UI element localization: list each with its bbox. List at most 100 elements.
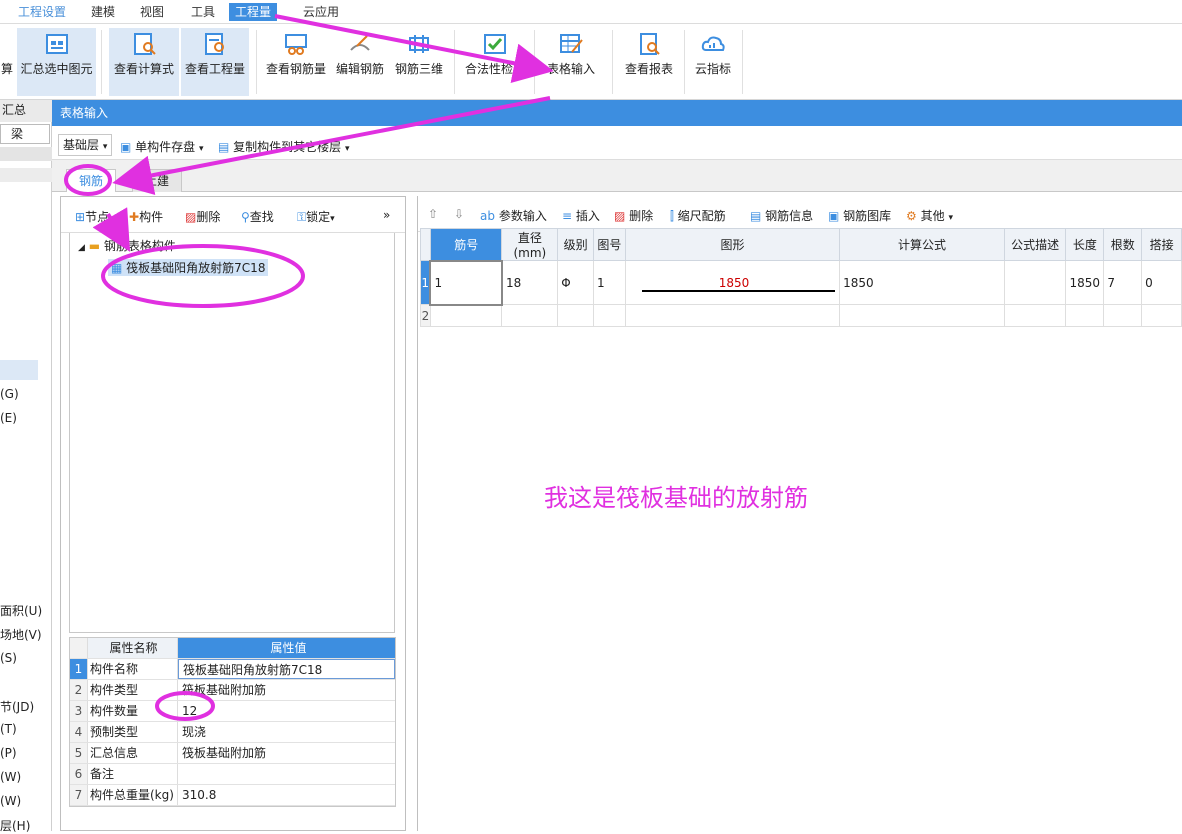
tree-root[interactable]: ◢ ▬ 钢筋表格构件 [78, 237, 176, 254]
strip-item[interactable]: (W) [0, 770, 21, 784]
strip-item[interactable]: 层(H) [0, 817, 30, 834]
prop-value[interactable]: 310.8 [178, 785, 395, 805]
table-icon: ▦ [111, 261, 123, 275]
calc-partial-button[interactable]: 算 [0, 60, 14, 80]
col-length[interactable]: 长度 [1065, 228, 1105, 261]
menu-quantity[interactable]: 工程量 [229, 3, 278, 21]
cell-empty[interactable] [593, 304, 626, 327]
cell-shape[interactable]: 1850 [624, 260, 841, 305]
other-button[interactable]: ⚙ 其他 ▾ [906, 207, 953, 224]
cell-count[interactable]: 7 [1103, 260, 1143, 305]
props-row[interactable]: 5 汇总信息 筏板基础附加筋 [70, 743, 395, 764]
floor-select[interactable]: 基础层 ▾ [58, 134, 113, 156]
strip-selected[interactable] [0, 360, 38, 380]
rebar-library-button[interactable]: ▣ 钢筋图库 [828, 207, 891, 224]
tree-child-selected[interactable]: ▦ 筏板基础阳角放射筋7C18 [108, 259, 269, 276]
delete-button[interactable]: ▨删除 [185, 208, 220, 225]
tab-rebar[interactable]: 钢筋 [66, 169, 117, 192]
props-row[interactable]: 1 构件名称 筏板基础阳角放射筋7C18 [70, 659, 395, 680]
cell-lap[interactable]: 0 [1141, 260, 1182, 305]
scale-rebar-button[interactable]: ⫿ 缩尺配筋 [670, 207, 726, 224]
col-formula[interactable]: 计算公式 [839, 228, 1005, 261]
prop-value[interactable]: 筏板基础附加筋 [178, 743, 395, 763]
move-down-icon[interactable]: ⇩ [454, 207, 464, 221]
col-lap[interactable]: 搭接 [1141, 228, 1182, 261]
strip-item[interactable]: 面积(U) [0, 602, 42, 619]
edit-rebar-button[interactable]: 编辑钢筋 [333, 28, 387, 96]
strip-item[interactable]: (E) [0, 411, 17, 425]
cell-formula-desc[interactable] [1003, 260, 1067, 305]
col-figure-no[interactable]: 图号 [593, 228, 626, 261]
props-row[interactable]: 6 备注 [70, 764, 395, 785]
props-row[interactable]: 3 构件数量 12 [70, 701, 395, 722]
prop-value[interactable]: 筏板基础附加筋 [178, 680, 395, 700]
validity-check-button[interactable]: 合法性检查 [460, 28, 530, 96]
menu-cloud[interactable]: 云应用 [297, 3, 345, 21]
more-icon[interactable]: » [383, 208, 390, 222]
strip-item[interactable]: 节(JD) [0, 698, 34, 715]
save-single-button[interactable]: ▣ 单构件存盘 ▾ [120, 138, 204, 155]
strip-item[interactable]: (W) [0, 794, 21, 808]
cell-formula[interactable]: 1850 [839, 260, 1005, 305]
cell-empty[interactable] [557, 304, 594, 327]
cell-empty[interactable] [429, 304, 503, 327]
strip-item[interactable]: (G) [0, 387, 19, 401]
summarize-selected-button[interactable]: 汇总选中图元 [17, 28, 96, 96]
cell-empty[interactable] [1065, 304, 1105, 327]
cell-figure-no[interactable]: 1 [593, 260, 626, 305]
view-report-button[interactable]: 查看报表 [618, 28, 680, 96]
prop-value[interactable]: 筏板基础阳角放射筋7C18 [178, 659, 395, 679]
other-icon: ⚙ [906, 209, 917, 223]
strip-item[interactable]: (T) [0, 722, 17, 736]
view-quantity-button[interactable]: 查看工程量 [181, 28, 249, 96]
props-row[interactable]: 4 预制类型 现浇 [70, 722, 395, 743]
add-component-button[interactable]: ✚构件 [129, 208, 163, 225]
insert-button[interactable]: ≡ 插入 [562, 207, 600, 224]
strip-item[interactable]: (S) [0, 651, 17, 665]
cell-length[interactable]: 1850 [1065, 260, 1105, 305]
col-count[interactable]: 根数 [1103, 228, 1143, 261]
delete-row-button[interactable]: ▨ 删除 [614, 207, 653, 224]
cell-empty[interactable] [1141, 304, 1182, 327]
col-diameter[interactable]: 直径(mm) [501, 228, 559, 261]
table-input-button[interactable]: 表格输入 [540, 28, 602, 96]
view-formula-button[interactable]: 查看计算式 [109, 28, 179, 96]
cell-empty[interactable] [501, 304, 559, 327]
param-input-button[interactable]: ab 参数输入 [480, 207, 547, 224]
prop-value[interactable] [178, 764, 395, 784]
find-button[interactable]: ⚲查找 [241, 208, 274, 225]
cell-empty[interactable] [839, 304, 1005, 327]
col-bar-no[interactable]: 筋号 [429, 228, 503, 261]
cell-grade[interactable]: Φ [557, 260, 594, 305]
cell-diameter[interactable]: 18 [501, 260, 559, 305]
col-formula-desc[interactable]: 公式描述 [1003, 228, 1067, 261]
prop-value[interactable]: 12 [178, 701, 395, 721]
menu-tools[interactable]: 工具 [185, 3, 221, 21]
rebar-info-button[interactable]: ▤ 钢筋信息 [750, 207, 813, 224]
cell-empty[interactable] [1103, 304, 1143, 327]
view-rebar-button[interactable]: 查看钢筋量 [262, 28, 330, 96]
strip-item[interactable]: 场地(V) [0, 626, 42, 643]
move-up-icon[interactable]: ⇧ [428, 207, 438, 221]
col-grade[interactable]: 级别 [557, 228, 594, 261]
menu-project-settings[interactable]: 工程设置 [12, 3, 72, 21]
menu-view[interactable]: 视图 [134, 3, 170, 21]
rebar-3d-button[interactable]: 钢筋三维 [390, 28, 448, 96]
table-row[interactable]: 2 [420, 304, 1182, 327]
cell-empty[interactable] [624, 304, 841, 327]
add-node-button[interactable]: ⊞节点 [75, 208, 109, 225]
cloud-index-button[interactable]: 云指标 [690, 28, 736, 96]
col-shape[interactable]: 图形 [624, 228, 841, 261]
cell-empty[interactable] [1003, 304, 1067, 327]
layer-field[interactable]: 梁 [0, 124, 50, 144]
cell-bar-no[interactable]: 1 [429, 259, 503, 306]
table-row[interactable]: 1 1 18 Φ 1 1850 1850 1850 7 0 [420, 259, 1182, 306]
tab-civil[interactable]: 土建 [132, 169, 183, 192]
props-row[interactable]: 7 构件总重量(kg) 310.8 [70, 785, 395, 806]
copy-other-floor-button[interactable]: ▤ 复制构件到其它楼层 ▾ [218, 138, 350, 155]
lock-button[interactable]: ⚿锁定▾ [297, 208, 335, 225]
prop-value[interactable]: 现浇 [178, 722, 395, 742]
strip-item[interactable]: (P) [0, 746, 17, 760]
props-row[interactable]: 2 构件类型 筏板基础附加筋 [70, 680, 395, 701]
menu-modeling[interactable]: 建模 [85, 3, 121, 21]
